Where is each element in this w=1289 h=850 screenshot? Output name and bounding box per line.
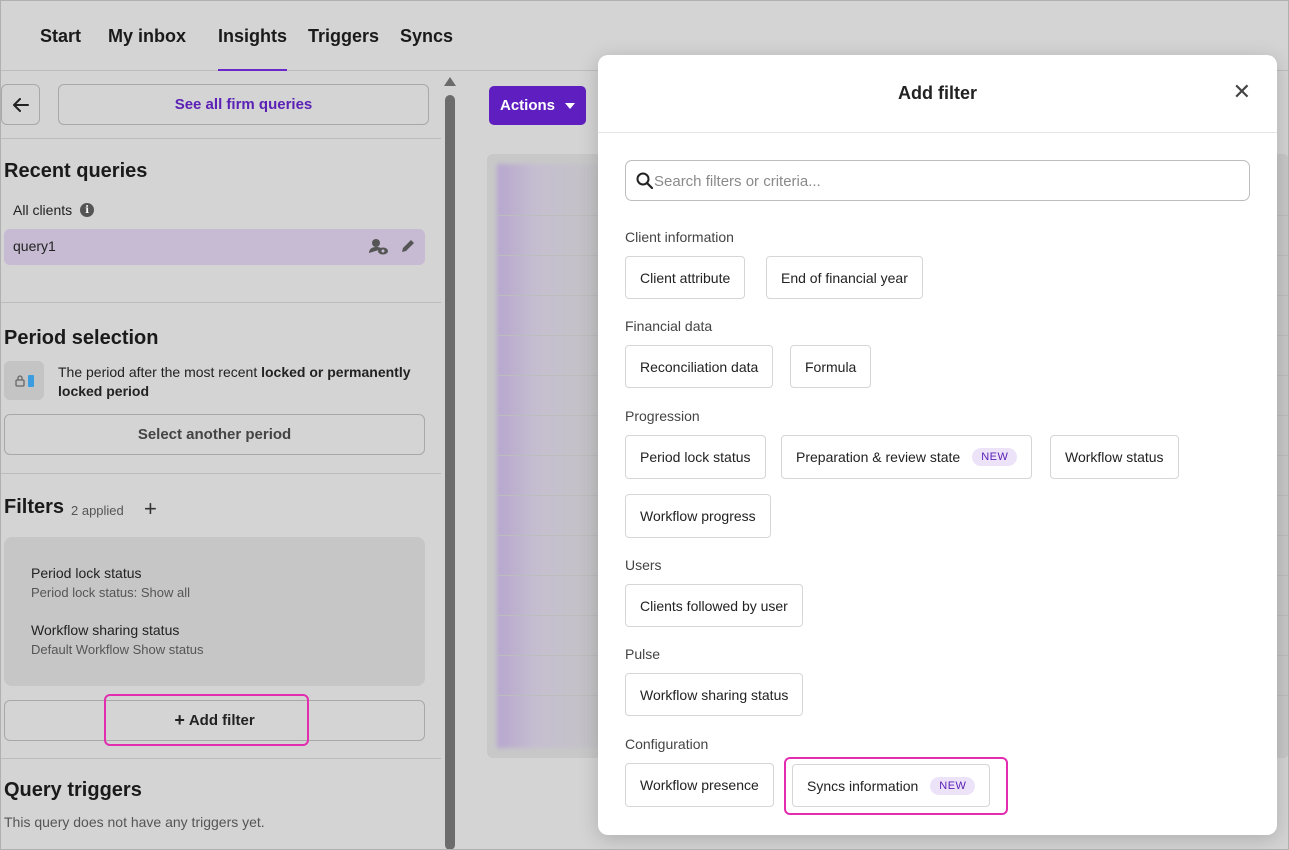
modal-header: Add filter ✕ bbox=[598, 55, 1277, 133]
add-filter-plus-icon[interactable]: + bbox=[144, 496, 157, 522]
query-name: query1 bbox=[13, 238, 56, 254]
query-sidebar: See all firm queries Recent queries All … bbox=[0, 72, 441, 850]
category-progression: Progression bbox=[625, 408, 700, 424]
chip-period-lock-status[interactable]: Period lock status bbox=[625, 435, 766, 479]
chip-workflow-status[interactable]: Workflow status bbox=[1050, 435, 1179, 479]
chip-end-of-financial-year[interactable]: End of financial year bbox=[766, 256, 923, 299]
chip-workflow-progress[interactable]: Workflow progress bbox=[625, 494, 771, 538]
actions-label: Actions bbox=[499, 97, 555, 114]
select-another-period-button[interactable]: Select another period bbox=[4, 414, 425, 455]
blurred-client-column bbox=[497, 164, 607, 748]
tab-triggers[interactable]: Triggers bbox=[308, 26, 379, 47]
filters-applied-count: 2 applied bbox=[71, 503, 124, 518]
divider bbox=[0, 302, 441, 303]
all-clients-text: All clients bbox=[13, 202, 73, 218]
pencil-icon[interactable] bbox=[400, 238, 416, 254]
tab-my-inbox[interactable]: My inbox bbox=[108, 26, 186, 47]
tab-start[interactable]: Start bbox=[40, 26, 81, 47]
chip-clients-followed-by-user[interactable]: Clients followed by user bbox=[625, 584, 803, 627]
recent-query-item[interactable]: query1 bbox=[4, 229, 425, 265]
chip-client-attribute[interactable]: Client attribute bbox=[625, 256, 746, 299]
tab-syncs[interactable]: Syncs bbox=[400, 26, 453, 47]
filter-summary: Default Workflow Show status bbox=[31, 642, 204, 657]
chip-label: Period lock status bbox=[640, 449, 751, 465]
chip-label: Workflow progress bbox=[640, 508, 756, 524]
chip-label: Client attribute bbox=[640, 269, 731, 286]
close-icon[interactable]: ✕ bbox=[1233, 81, 1251, 103]
search-input[interactable] bbox=[654, 169, 1234, 193]
divider bbox=[0, 473, 441, 474]
divider bbox=[0, 138, 441, 139]
scrollbar-thumb[interactable] bbox=[445, 95, 455, 850]
chip-label: Workflow sharing status bbox=[640, 686, 789, 703]
chip-label: End of financial year bbox=[781, 269, 908, 286]
actions-button[interactable]: Actions bbox=[489, 86, 586, 125]
see-all-firm-queries-button[interactable]: See all firm queries bbox=[58, 84, 429, 125]
search-icon bbox=[636, 172, 654, 190]
applied-filters-list: Period lock status Period lock status: S… bbox=[4, 537, 425, 686]
tab-insights[interactable]: Insights bbox=[218, 26, 288, 71]
chip-workflow-presence[interactable]: Workflow presence bbox=[625, 763, 774, 807]
syncs-information-highlight bbox=[784, 757, 1008, 815]
period-text: The period after the most recent bbox=[58, 364, 262, 380]
chip-label: Workflow status bbox=[1065, 449, 1164, 465]
recent-queries-title: Recent queries bbox=[4, 160, 148, 182]
divider bbox=[0, 758, 441, 759]
chip-reconciliation-data[interactable]: Reconciliation data bbox=[625, 345, 774, 388]
user-visibility-icon[interactable] bbox=[369, 238, 389, 256]
period-selection-title: Period selection bbox=[4, 327, 159, 349]
filter-summary: Period lock status: Show all bbox=[31, 585, 190, 600]
chip-label: Clients followed by user bbox=[640, 597, 788, 614]
chip-preparation-review-state[interactable]: Preparation & review state NEW bbox=[781, 435, 1033, 479]
add-filter-highlight bbox=[104, 694, 309, 746]
period-description: The period after the most recent locked … bbox=[58, 363, 433, 401]
add-filter-modal: Add filter ✕ Client information Client a… bbox=[598, 55, 1277, 835]
period-lock-icon bbox=[4, 361, 44, 400]
all-clients-label: All clients i bbox=[13, 202, 95, 218]
caret-down-icon bbox=[565, 102, 575, 109]
new-badge: NEW bbox=[972, 448, 1018, 466]
chip-label: Reconciliation data bbox=[640, 358, 759, 375]
chip-label: Formula bbox=[805, 358, 857, 375]
filter-search bbox=[625, 160, 1250, 201]
chip-label: Workflow presence bbox=[640, 777, 759, 793]
chip-formula[interactable]: Formula bbox=[790, 345, 872, 388]
query-triggers-title: Query triggers bbox=[4, 779, 142, 801]
info-icon[interactable]: i bbox=[80, 203, 95, 217]
category-pulse: Pulse bbox=[625, 646, 661, 662]
chip-workflow-sharing-status[interactable]: Workflow sharing status bbox=[625, 673, 804, 716]
category-client-information: Client information bbox=[625, 229, 734, 245]
no-triggers-text: This query does not have any triggers ye… bbox=[4, 814, 265, 830]
scroll-up-arrow-icon[interactable] bbox=[444, 77, 456, 86]
filters-title: Filters bbox=[4, 496, 65, 518]
category-financial-data: Financial data bbox=[625, 318, 713, 334]
filter-title[interactable]: Workflow sharing status bbox=[31, 622, 179, 638]
back-button[interactable] bbox=[1, 84, 40, 125]
arrow-left-icon bbox=[12, 97, 29, 112]
category-configuration: Configuration bbox=[625, 736, 709, 752]
modal-title: Add filter bbox=[898, 83, 977, 103]
category-users: Users bbox=[625, 557, 662, 573]
chip-label: Preparation & review state bbox=[796, 449, 961, 465]
filter-title[interactable]: Period lock status bbox=[31, 565, 142, 581]
